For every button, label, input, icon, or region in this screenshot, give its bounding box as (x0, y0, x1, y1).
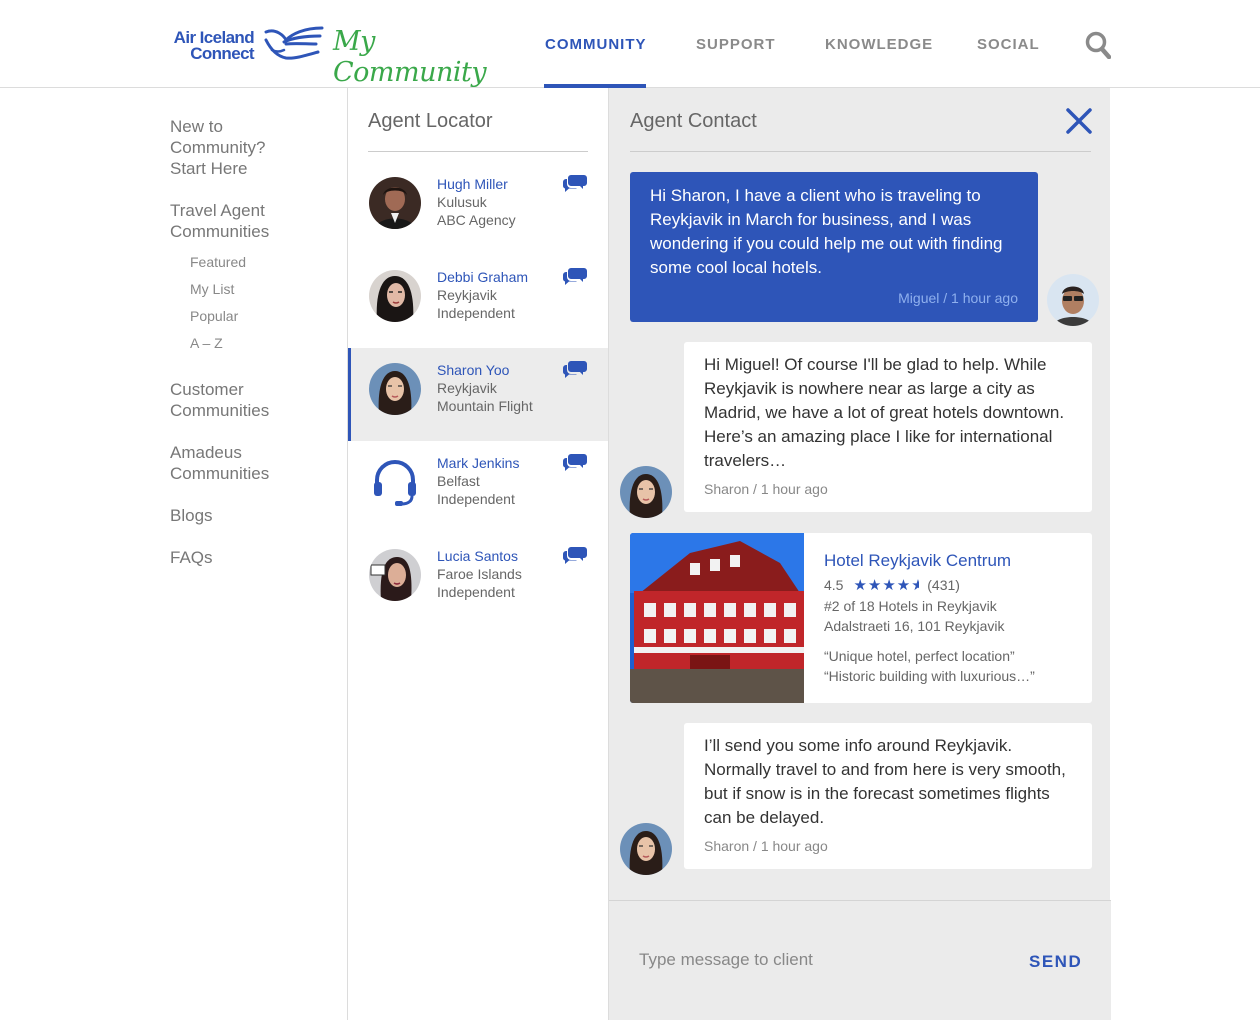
nav-social[interactable]: SOCIAL (977, 36, 1040, 53)
agent-agency: ABC Agency (437, 212, 516, 228)
sidebar-item-faqs[interactable]: FAQs (170, 547, 340, 568)
hotel-name[interactable]: Hotel Reykjavik Centrum (824, 551, 1035, 571)
community-script-title: My Community (333, 26, 487, 88)
message-text: Hi Miguel! Of course I'll be glad to hel… (704, 355, 1065, 470)
sidebar-subitem-featured[interactable]: Featured (190, 249, 340, 276)
chat-bubble-icon[interactable] (562, 173, 588, 193)
avatar (369, 549, 421, 601)
agent-contact-panel: Agent Contact Hi Sharon, I have a client… (608, 88, 1111, 1020)
agent-name: Debbi Graham (437, 269, 529, 285)
chat-bubble-icon[interactable] (562, 359, 588, 379)
agent-location: Belfast (437, 473, 480, 489)
chat-bubble-icon[interactable] (562, 266, 588, 286)
sidebar-item-travel-agent-communities[interactable]: Travel Agent Communities (170, 200, 340, 242)
hotel-quote: “Historic building with luxurious…” (824, 668, 1035, 684)
avatar (369, 270, 421, 322)
outgoing-message: Hi Sharon, I have a client who is travel… (630, 172, 1038, 322)
agent-row-mark-jenkins[interactable]: Mark Jenkins Belfast Independent (348, 441, 608, 534)
chat-bubble-icon[interactable] (562, 545, 588, 565)
hotel-rating-value: 4.5 (824, 577, 844, 593)
avatar (620, 466, 672, 518)
agent-name: Mark Jenkins (437, 455, 520, 471)
search-icon[interactable] (1085, 31, 1111, 59)
sidebar-item-customer-communities[interactable]: Customer Communities (170, 379, 340, 421)
send-button[interactable]: SEND (1029, 952, 1082, 972)
agent-agency: Mountain Flight (437, 398, 533, 414)
hotel-photo (630, 533, 804, 703)
brand-name-line2: Connect (190, 44, 254, 63)
message-text: Hi Sharon, I have a client who is travel… (650, 186, 1003, 277)
agent-locator-title: Agent Locator (368, 110, 493, 132)
hotel-quote: “Unique hotel, perfect location” (824, 648, 1015, 664)
agent-locator-divider (368, 151, 588, 152)
nav-community[interactable]: COMMUNITY (545, 36, 647, 53)
agent-name: Sharon Yoo (437, 362, 510, 378)
sidebar-subitem-my-list[interactable]: My List (190, 276, 340, 303)
avatar (1047, 274, 1099, 326)
agent-locator-panel: Agent Locator Hugh Miller Kulusuk ABC Ag… (348, 88, 608, 1020)
agent-contact-divider (630, 151, 1091, 152)
avatar (369, 363, 421, 415)
agent-row-sharon-yoo[interactable]: Sharon Yoo Reykjavik Mountain Flight (348, 348, 608, 441)
incoming-message: Hi Miguel! Of course I'll be glad to hel… (684, 342, 1092, 512)
agent-location: Faroe Islands (437, 566, 522, 582)
bird-logo-icon (264, 26, 324, 60)
agent-name: Lucia Santos (437, 548, 518, 564)
message-meta: Sharon / 1 hour ago (704, 481, 828, 497)
nav-knowledge[interactable]: KNOWLEDGE (825, 36, 933, 53)
sidebar-item-new-to-community[interactable]: New to Community? Start Here (170, 116, 340, 179)
hotel-card[interactable]: Hotel Reykjavik Centrum 4.5 ★★★★★ (431) … (630, 533, 1092, 703)
agent-row-hugh-miller[interactable]: Hugh Miller Kulusuk ABC Agency (348, 162, 608, 255)
agent-row-lucia-santos[interactable]: Lucia Santos Faroe Islands Independent (348, 534, 608, 627)
brand-name: Air Iceland Connect (168, 29, 255, 63)
agent-contact-title: Agent Contact (630, 110, 757, 132)
hotel-address: Adalstraeti 16, 101 Reykjavik (824, 618, 1005, 634)
message-meta: Miguel / 1 hour ago (898, 290, 1018, 306)
sidebar: New to Community? Start Here Travel Agen… (170, 116, 340, 589)
agent-location: Reykjavik (437, 287, 497, 303)
site-header: Air Iceland Connect My Community COMMUNI… (0, 0, 1260, 88)
nav-support[interactable]: SUPPORT (696, 36, 776, 53)
agent-location: Reykjavik (437, 380, 497, 396)
agent-name: Hugh Miller (437, 176, 508, 192)
hotel-rating: 4.5 ★★★★★ (431) (824, 576, 1035, 594)
sidebar-subitem-popular[interactable]: Popular (190, 303, 340, 330)
incoming-message: I’ll send you some info around Reykjavik… (684, 723, 1092, 869)
agent-agency: Independent (437, 305, 515, 321)
agent-agency: Independent (437, 584, 515, 600)
sidebar-item-blogs[interactable]: Blogs (170, 505, 340, 526)
close-icon[interactable] (1065, 107, 1093, 135)
message-text: I’ll send you some info around Reykjavik… (704, 736, 1066, 827)
hotel-quotes: “Unique hotel, perfect location” “Histor… (824, 648, 1035, 684)
message-input[interactable] (639, 947, 999, 973)
sidebar-subitem-a-z[interactable]: A – Z (190, 330, 340, 357)
logo[interactable]: Air Iceland Connect My Community (168, 26, 498, 88)
avatar (620, 823, 672, 875)
headset-avatar-icon (369, 456, 421, 508)
agent-row-debbi-graham[interactable]: Debbi Graham Reykjavik Independent (348, 255, 608, 348)
sidebar-item-amadeus-communities[interactable]: Amadeus Communities (170, 442, 340, 484)
agent-agency: Independent (437, 491, 515, 507)
message-composer: SEND (609, 900, 1111, 1020)
avatar (369, 177, 421, 229)
hotel-rank: #2 of 18 Hotels in Reykjavik (824, 598, 997, 614)
message-meta: Sharon / 1 hour ago (704, 838, 828, 854)
hotel-info: Hotel Reykjavik Centrum 4.5 ★★★★★ (431) … (824, 551, 1035, 684)
hotel-review-count: (431) (927, 577, 960, 593)
agent-location: Kulusuk (437, 194, 487, 210)
star-rating-icon: ★★★★★ (853, 577, 920, 594)
sidebar-subitems: Featured My List Popular A – Z (170, 249, 340, 357)
chat-bubble-icon[interactable] (562, 452, 588, 472)
